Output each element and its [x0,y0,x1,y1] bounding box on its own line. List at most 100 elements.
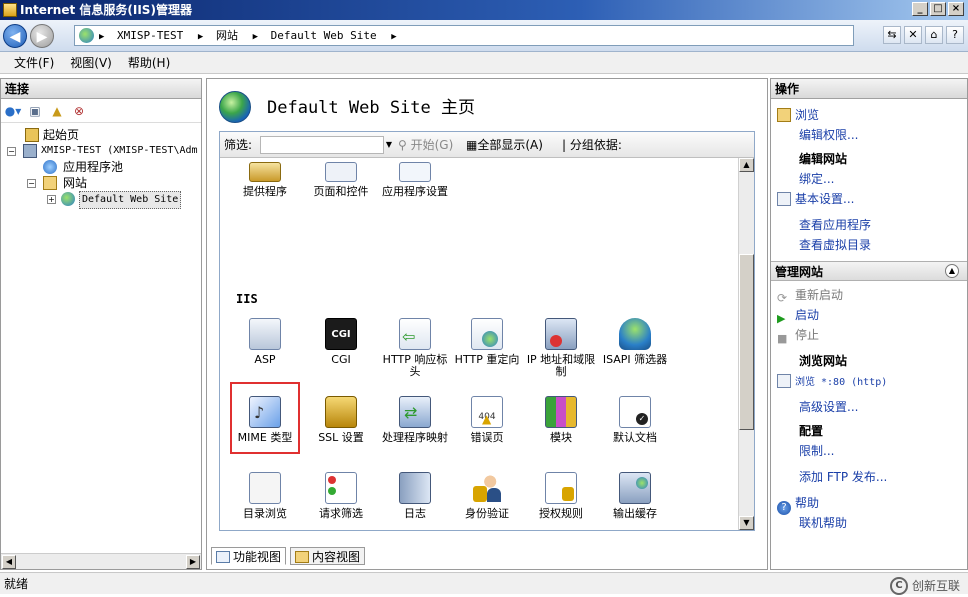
help-icon: ? [777,501,791,515]
filter-label: 筛选: [224,138,253,152]
scroll-right-icon[interactable]: ▶ [186,555,200,569]
save-icon[interactable]: ▣ [26,102,44,120]
tree-item-app-pools[interactable]: 应用程序池 [1,159,201,175]
authentication-icon [471,472,503,504]
connections-hscrollbar[interactable]: ◀ ▶ [1,553,201,569]
action-limits[interactable]: 限制... [777,443,834,459]
address-bar: ◀ ▶ ▶ XMISP-TEST ▶ 网站 ▶ Default Web Site… [0,20,968,52]
menu-help[interactable]: 帮助(H) [120,52,178,73]
chevron-right-icon: ▶ [99,32,105,42]
window-controls: _ □ × [912,2,964,16]
address-path[interactable]: ▶ XMISP-TEST ▶ 网站 ▶ Default Web Site ▶ [74,25,854,46]
feature-http-redirect[interactable]: HTTP 重定向 [452,318,522,382]
action-view-applications[interactable]: 查看应用程序 [777,217,871,233]
action-bindings[interactable]: 绑定... [777,171,834,187]
close-button[interactable]: × [948,2,964,16]
feature-app-settings[interactable]: 应用程序设置 [380,162,450,226]
group-edit-site: 编辑网站 [799,152,848,166]
breadcrumb-sites[interactable]: 网站 [216,29,238,42]
collapse-icon[interactable]: − [27,179,36,188]
features-view-icon [216,550,230,563]
tree-item-sites[interactable]: − 网站 [1,175,201,191]
window-title: Internet 信息服务(IIS)管理器 [20,3,192,17]
website-globe-icon [61,192,75,206]
show-all-button[interactable]: ▦全部显示(A) [466,132,543,158]
scroll-thumb[interactable] [739,254,754,430]
action-add-ftp[interactable]: 添加 FTP 发布... [777,469,887,485]
output-caching-icon [619,472,651,504]
filter-start-button[interactable]: ⚲ 开始(G) [398,132,453,158]
feature-logging[interactable]: 日志 [380,472,450,536]
action-basic-settings[interactable]: 基本设置... [777,191,854,207]
feature-authorization-rules[interactable]: 授权规则 [526,472,596,536]
feature-modules[interactable]: 模块 [526,396,596,460]
feature-view-pane: Default Web Site 主页 筛选: ▼ ⚲ 开始(G) ▦全部显示(… [206,78,768,570]
feature-vscrollbar[interactable]: ▲ ▼ [738,158,754,530]
action-edit-permissions[interactable]: 编辑权限... [777,127,858,143]
feature-output-caching[interactable]: 输出缓存 [600,472,670,536]
sites-folder-icon [43,176,57,190]
feature-error-pages[interactable]: ▲ 404 错误页 [452,396,522,460]
feature-pages-controls[interactable]: 页面和控件 [306,162,376,226]
feature-providers[interactable]: 提供程序 [230,162,300,226]
menu-file[interactable]: 文件(F) [6,52,62,73]
logging-icon [399,472,431,504]
chevron-right-icon: ▶ [197,32,204,42]
feature-authentication[interactable]: 身份验证 [452,472,522,536]
action-browse-http[interactable]: 浏览 *:80 (http) [777,373,887,391]
content-view-icon [295,550,310,563]
tree-item-server[interactable]: − XMISP-TEST (XMISP-TEST\Adm [1,143,201,159]
filter-dropdown-icon[interactable]: ▼ [384,136,394,154]
action-advanced-settings[interactable]: 高级设置... [777,399,858,415]
scroll-left-icon[interactable]: ◀ [2,555,16,569]
tab-content-view[interactable]: 内容视图 [290,547,366,565]
back-button[interactable]: ◀ [3,24,27,48]
feature-isapi-filters[interactable]: ISAPI 筛选器 [600,318,670,382]
feature-http-response-headers[interactable]: ⇦ HTTP 响应标头 [380,318,450,382]
feature-directory-browsing[interactable]: 目录浏览 [230,472,300,536]
action-start[interactable]: ▶ 启动 [777,307,819,326]
menu-view[interactable]: 视图(V) [62,52,120,73]
settings-page-icon [777,192,791,206]
stop-icon[interactable]: ✕ [904,26,922,44]
action-view-virtual-dirs[interactable]: 查看虚拟目录 [777,237,871,253]
connect-icon[interactable]: ●▾ [4,102,22,120]
action-online-help[interactable]: 联机帮助 [777,515,847,531]
scroll-down-icon[interactable]: ▼ [739,516,754,530]
scroll-up-icon[interactable]: ▲ [739,158,754,172]
feature-handler-mappings[interactable]: ⇄ 处理程序映射 [380,396,450,460]
feature-ip-restrictions[interactable]: IP 地址和域限制 [526,318,596,382]
status-bar: 就绪 C 创新互联 [0,572,968,595]
tree-item-default-web-site[interactable]: + Default Web Site [1,191,201,209]
collapse-icon[interactable]: − [7,147,16,156]
tree-item-start-page[interactable]: 起始页 [1,127,201,143]
filter-input[interactable] [260,136,384,154]
pages-controls-icon [325,162,357,182]
home-icon[interactable]: ⌂ [925,26,943,44]
help-icon[interactable]: ? [946,26,964,44]
tab-features-view[interactable]: 功能视图 [211,547,287,565]
disconnect-icon[interactable]: ⊗ [70,102,88,120]
action-help[interactable]: ? 帮助 [777,495,819,515]
network-icon[interactable]: ⇆ [883,26,901,44]
address-toolbar: ⇆ ✕ ⌂ ? [883,26,964,44]
connections-tree: 起始页 − XMISP-TEST (XMISP-TEST\Adm 应用程序池 −… [1,123,201,209]
forward-button[interactable]: ▶ [30,24,54,48]
action-browse[interactable]: 浏览 [777,107,819,123]
feature-default-document[interactable]: ✓ 默认文档 [600,396,670,460]
breadcrumb-server[interactable]: XMISP-TEST [117,29,183,42]
maximize-button[interactable]: □ [930,2,946,16]
chevron-right-icon: ▶ [391,32,397,42]
feature-cgi[interactable]: CGI CGI [306,318,376,382]
feature-asp[interactable]: ASP [230,318,300,382]
feature-ssl-settings[interactable]: SSL 设置 [306,396,376,460]
expand-icon[interactable]: + [47,195,56,204]
breadcrumb-site[interactable]: Default Web Site [271,29,377,42]
group-by-button[interactable]: | 分组依据: [562,132,622,158]
collapse-up-icon[interactable]: ▲ [945,264,959,278]
up-folder-icon[interactable]: ▲ [48,102,66,120]
http-response-headers-icon: ⇦ [399,318,431,350]
minimize-button[interactable]: _ [912,2,928,16]
default-document-icon: ✓ [619,396,651,428]
feature-request-filtering[interactable]: 请求筛选 [306,472,376,536]
